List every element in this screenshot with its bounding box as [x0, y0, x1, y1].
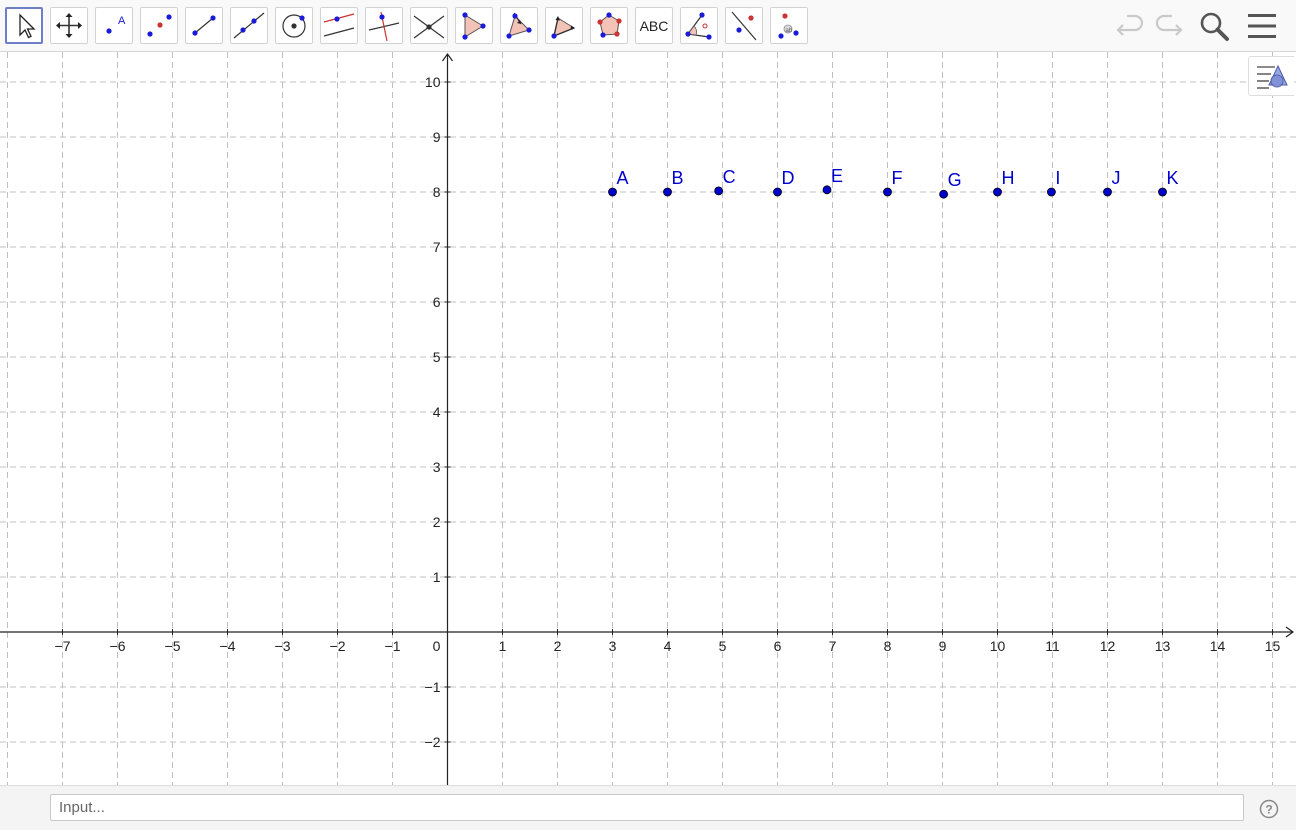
help-icon[interactable]: ? [1259, 799, 1279, 819]
svg-text:ab: ab [786, 28, 793, 34]
y-tick-label: 2 [433, 514, 441, 530]
perpendicular-line-icon[interactable] [365, 7, 403, 44]
pointer-arrow-icon[interactable] [5, 7, 43, 44]
x-tick-label: −4 [220, 638, 236, 654]
x-tick-label: 14 [1210, 638, 1226, 654]
angle-icon[interactable] [680, 7, 718, 44]
x-tick-label: 2 [554, 638, 562, 654]
point-k[interactable] [1158, 187, 1167, 197]
algebra-input[interactable] [50, 794, 1244, 821]
y-tick-label: −1 [425, 679, 441, 695]
svg-text:A: A [118, 15, 126, 27]
point-c[interactable] [714, 186, 724, 196]
point-label-d: D [782, 168, 795, 188]
style-bar-toggle-icon[interactable] [1248, 56, 1294, 96]
x-tick-label: 0 [433, 638, 441, 654]
y-tick-label: 5 [433, 349, 441, 365]
text-tool-label: ABC [639, 17, 669, 34]
point-label-h: H [1002, 168, 1015, 188]
x-tick-label: 11 [1045, 638, 1060, 654]
y-tick-label: 6 [433, 294, 441, 310]
redo-icon[interactable] [1150, 8, 1186, 44]
point-i[interactable] [1047, 187, 1056, 197]
undo-icon[interactable] [1113, 8, 1149, 44]
x-tick-label: −5 [165, 638, 181, 654]
menu-icon[interactable] [1244, 8, 1280, 44]
point-f[interactable] [883, 187, 892, 197]
vector-polygon-icon[interactable] [545, 7, 583, 44]
y-tick-label: 3 [433, 459, 441, 475]
x-tick-label: 5 [719, 638, 727, 654]
x-tick-label: 3 [609, 638, 617, 654]
point-icon[interactable]: A [95, 7, 133, 44]
graphics-view[interactable]: −7 −6 −5 −4 −3 −2 −1 0 1 2 3 4 5 6 7 8 9 10 11 12 13 14 151098… [0, 52, 1296, 785]
x-tick-label: 13 [1155, 638, 1171, 654]
intersect-icon[interactable] [410, 7, 448, 44]
x-tick-label: 1 [499, 638, 507, 654]
y-tick-label: −2 [425, 734, 441, 750]
point-label-g: G [948, 170, 962, 190]
x-tick-label: −1 [385, 638, 401, 654]
x-tick-label: −3 [275, 638, 291, 654]
point-label-b: B [672, 168, 684, 188]
parallel-line-icon[interactable] [320, 7, 358, 44]
point-label-i: I [1055, 168, 1060, 188]
x-tick-label: −6 [110, 638, 126, 654]
x-tick-label: 10 [990, 638, 1006, 654]
point-j[interactable] [1103, 187, 1112, 197]
x-tick-label: 8 [884, 638, 892, 654]
x-tick-label: −2 [330, 638, 346, 654]
line-icon[interactable] [230, 7, 268, 44]
y-tick-label: 7 [433, 239, 441, 255]
reflect-icon[interactable] [500, 7, 538, 44]
x-tick-label: 12 [1100, 638, 1116, 654]
point-a[interactable] [608, 187, 617, 197]
point-label-c: C [723, 167, 736, 187]
point-d[interactable] [773, 187, 782, 197]
x-tick-label: 4 [664, 638, 672, 654]
circle-center-point-icon[interactable] [275, 7, 313, 44]
toolbar: A ABC ab [0, 0, 1296, 52]
point-label-e: E [831, 166, 843, 186]
line-two-points-icon[interactable] [725, 7, 763, 44]
point-e[interactable] [822, 185, 832, 195]
regular-polygon-icon[interactable] [590, 7, 628, 44]
segment-icon[interactable] [185, 7, 223, 44]
y-tick-label: 10 [425, 74, 441, 90]
point-label-a: A [617, 168, 629, 188]
four-way-arrow-icon[interactable] [50, 7, 88, 44]
point-label-k: K [1167, 168, 1179, 188]
point-label-f: F [892, 168, 903, 188]
y-tick-label: 4 [433, 404, 441, 420]
point-h[interactable] [993, 187, 1002, 197]
y-tick-label: 1 [433, 569, 441, 585]
polygon-icon[interactable] [455, 7, 493, 44]
show-hide-object-icon[interactable]: ab [770, 7, 808, 44]
search-icon[interactable] [1196, 8, 1232, 44]
text-icon[interactable]: ABC [635, 7, 673, 44]
y-tick-label: 8 [433, 184, 441, 200]
point-label-j: J [1112, 168, 1121, 188]
two-points-icon[interactable] [140, 7, 178, 44]
point-g[interactable] [939, 189, 948, 199]
input-bar: ? [0, 785, 1296, 830]
x-tick-label: 9 [939, 638, 947, 654]
y-tick-label: 9 [433, 129, 441, 145]
svg-text:?: ? [1265, 803, 1272, 817]
x-tick-label: 15 [1265, 638, 1281, 654]
point-b[interactable] [663, 187, 672, 197]
x-tick-label: 6 [774, 638, 782, 654]
x-tick-label: 7 [829, 638, 837, 654]
x-tick-label: −7 [55, 638, 71, 654]
